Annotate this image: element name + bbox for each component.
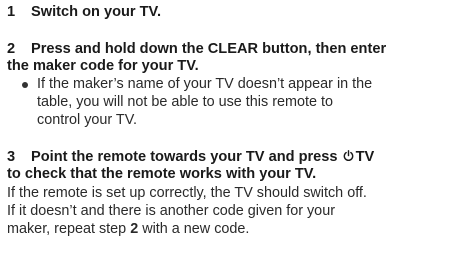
power-icon bbox=[343, 150, 353, 161]
step-1-number: 1 bbox=[7, 4, 16, 20]
step-3-body-step-ref: 2 bbox=[130, 221, 139, 237]
step-1-heading: 1 Switch on your TV. bbox=[7, 4, 161, 21]
step-2-heading: 2 Press and hold down the CLEAR button, t… bbox=[7, 41, 386, 58]
step-2-bullet-line-3: control your TV. bbox=[37, 112, 137, 128]
step-3-number: 3 bbox=[7, 149, 16, 165]
step-3-heading-tv: TV bbox=[355, 149, 375, 165]
step-3-body-line-3-before: maker, repeat step bbox=[7, 221, 131, 237]
instruction-page: 1 Switch on your TV. 2 Press and hold down… bbox=[0, 0, 455, 265]
step-3-heading: 3 Point the remote towards your TV and pr… bbox=[7, 149, 374, 166]
step-2-heading-line-1: Press and hold down the CLEAR button, th… bbox=[31, 41, 387, 57]
step-1-heading-text: Switch on your TV. bbox=[31, 4, 162, 20]
step-2-heading-line-2: the maker code for your TV. bbox=[7, 58, 199, 74]
bullet-icon bbox=[22, 82, 28, 88]
step-3-body-line-1: If the remote is set up correctly, the T… bbox=[7, 185, 367, 201]
step-3-heading-line-1-text: Point the remote towards your TV and pre… bbox=[31, 149, 338, 165]
step-2-number: 2 bbox=[7, 41, 16, 57]
step-3-heading-line-2: to check that the remote works with your… bbox=[7, 166, 317, 182]
step-2-bullet-line-1: If the maker’s name of your TV doesn’t a… bbox=[37, 76, 373, 92]
step-2-bullet-line-2: table, you will not be able to use this … bbox=[37, 94, 333, 110]
step-3-body-line-3-after: with a new code. bbox=[138, 221, 250, 237]
step-3-body-line-2: If it doesn’t and there is another code … bbox=[7, 203, 335, 219]
step-3-body-line-3: maker, repeat step 2 with a new code. bbox=[7, 221, 249, 238]
